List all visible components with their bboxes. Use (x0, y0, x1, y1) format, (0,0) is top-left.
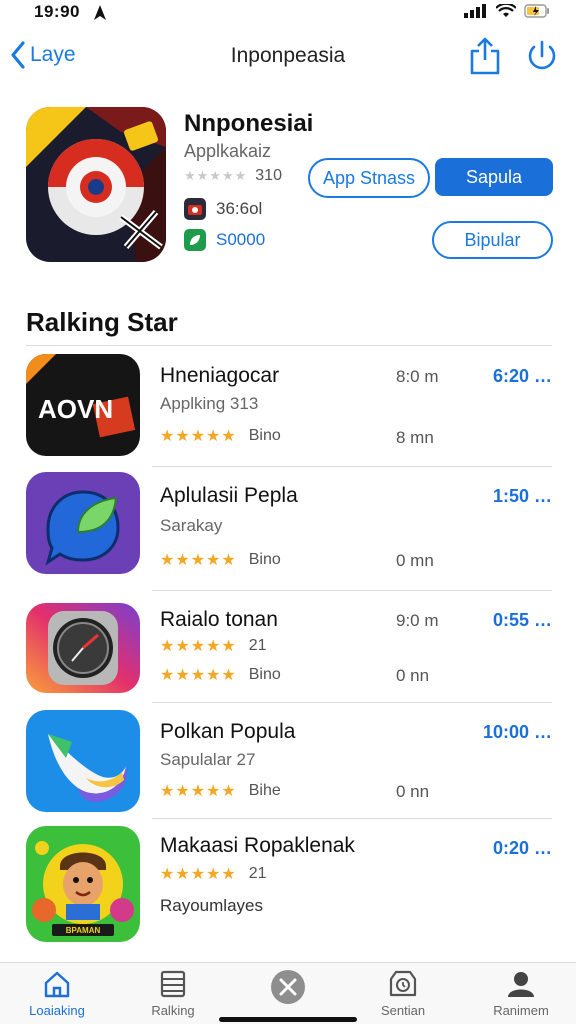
app-icon-character: BPAMAN (26, 826, 140, 942)
app-store-button[interactable]: App Stnass (308, 158, 430, 198)
row-2-action[interactable]: 1:50 … (493, 486, 552, 507)
list-item[interactable]: BPAMAN Makaasi Ropaklenak ★★★★★ 21 Rayou… (0, 824, 576, 944)
row-2-name: Aplulasii Pepla (160, 484, 298, 507)
row-3-rating-count: 21 (248, 637, 267, 654)
app-icon-swoosh (26, 710, 140, 812)
tab-profile[interactable]: Ranimem (466, 969, 576, 1018)
row-2-rating: ★★★★★ Bino (160, 550, 281, 570)
row-3-mid-top: 9:0 m (396, 611, 439, 630)
secondary-action-button[interactable]: Bipular (432, 221, 553, 259)
featured-app-name: Nnponesiai (184, 110, 314, 137)
close-icon (271, 970, 305, 1004)
list-item[interactable]: AOVN Hneniagocar Applking 313 ★★★★★ Bino… (0, 352, 576, 464)
star-rating-icon: ★★★★★ (160, 866, 237, 883)
navigation-bar: Laye Inponpeasia (0, 34, 576, 80)
signal-icon (464, 4, 486, 18)
featured-app-icon[interactable] (26, 107, 166, 262)
featured-app-meta-1: 36:6ol (184, 198, 262, 220)
row-5-rating: ★★★★★ 21 (160, 864, 267, 884)
status-icons (464, 4, 550, 18)
tab-home[interactable]: Loaiaking (2, 969, 112, 1018)
row-1-name: Hneniagocar (160, 364, 280, 387)
featured-app-rating: ★★★★★ 310 (184, 167, 282, 185)
star-rating-icon: ★★★★★ (160, 667, 237, 684)
row-divider (152, 590, 552, 591)
clock-icon (389, 970, 417, 997)
star-rating-icon: ★★★★★ (160, 428, 237, 445)
row-4-name: Polkan Popula (160, 720, 296, 743)
row-5-rating-count: 21 (248, 865, 267, 882)
star-rating-icon: ★★★★★ (160, 638, 237, 655)
featured-meta-2-text: S0000 (216, 230, 266, 249)
wifi-icon (496, 4, 516, 17)
row-3-rating-top: ★★★★★ 21 (160, 636, 267, 656)
person-icon (508, 972, 534, 997)
row-divider (152, 702, 552, 703)
row-1-subtitle: Applking 313 (160, 394, 259, 413)
row-5-icon-label: BPAMAN (66, 926, 101, 935)
primary-action-button[interactable]: Sapula (435, 158, 553, 196)
row-1-rating: ★★★★★ Bino (160, 426, 281, 446)
share-icon[interactable] (468, 36, 502, 76)
row-2-rating-label: Bino (248, 551, 281, 568)
status-time: 19:90 (34, 2, 80, 21)
section-title: Ralking Star (26, 307, 178, 337)
row-divider (152, 466, 552, 467)
list-item[interactable]: Polkan Popula Sapulalar 27 ★★★★★ Bihe 0 … (0, 708, 576, 818)
row-3-rating: ★★★★★ Bino (160, 665, 281, 685)
home-icon (44, 971, 70, 998)
row-4-rating-label: Bihe (248, 782, 281, 799)
tab-session-label: Sentian (380, 1003, 426, 1018)
row-5-subtitle: Rayoumlayes (160, 896, 263, 915)
tab-close[interactable] (233, 969, 343, 1005)
camera-app-icon (184, 198, 206, 220)
row-1-mid-bottom: 8 mn (396, 428, 434, 447)
list-icon (160, 970, 186, 998)
featured-meta-1-text: 36:6ol (216, 199, 263, 218)
location-arrow-icon (94, 5, 106, 20)
tab-bar: Loaiaking Ralking Sentian Ranimem (0, 962, 576, 1024)
home-indicator (219, 1017, 357, 1022)
tab-home-label: Loaiaking (29, 1003, 85, 1018)
row-1-action[interactable]: 6:20 … (493, 366, 552, 387)
rating-stars-icon: ★★★★★ (184, 168, 248, 183)
status-bar: 19:90 (0, 0, 576, 26)
row-3-mid-bottom: 0 nn (396, 666, 430, 685)
row-1-rating-label: Bino (248, 427, 281, 444)
row-5-action[interactable]: 0:20 … (493, 838, 552, 859)
app-icon-aovn: AOVN (26, 354, 140, 456)
featured-app-subtitle: Applkakaiz (184, 141, 272, 161)
row-2-subtitle: Sarakay (160, 516, 223, 535)
row-3-action[interactable]: 0:55 … (493, 610, 552, 631)
section-divider (26, 345, 552, 346)
row-3-rating-label: Bino (248, 666, 281, 683)
app-icon-compass (26, 603, 140, 693)
row-1-mid-top: 8:0 m (396, 367, 439, 386)
row-3-name: Raialo tonan (160, 608, 278, 631)
power-icon[interactable] (524, 38, 560, 74)
row-4-mid-bottom: 0 nn (396, 782, 430, 801)
row-4-action[interactable]: 10:00 … (483, 722, 552, 743)
row-5-name: Makaasi Ropaklenak (160, 834, 355, 857)
list-item[interactable]: Aplulasii Pepla Sarakay ★★★★★ Bino 0 mn … (0, 470, 576, 588)
featured-app-meta-2: S0000 (184, 229, 265, 251)
star-rating-icon: ★★★★★ (160, 552, 237, 569)
app-icon-chat-leaf (26, 472, 140, 574)
star-rating-icon: ★★★★★ (160, 783, 237, 800)
tab-ranking[interactable]: Ralking (118, 969, 228, 1018)
tab-session[interactable]: Sentian (348, 969, 458, 1018)
leaf-app-icon (184, 229, 206, 251)
row-1-icon-label: AOVN (38, 394, 113, 424)
list-item[interactable]: Raialo tonan ★★★★★ 21 ★★★★★ Bino 9:0 m 0… (0, 600, 576, 700)
row-4-rating: ★★★★★ Bihe (160, 781, 281, 801)
row-divider (152, 818, 552, 819)
battery-icon (524, 4, 549, 18)
row-2-mid-bottom: 0 mn (396, 551, 434, 570)
rating-value: 310 (255, 167, 282, 184)
tab-profile-label: Ranimem (493, 1003, 549, 1018)
row-4-subtitle: Sapulalar 27 (160, 750, 256, 769)
tab-ranking-label: Ralking (151, 1003, 195, 1018)
